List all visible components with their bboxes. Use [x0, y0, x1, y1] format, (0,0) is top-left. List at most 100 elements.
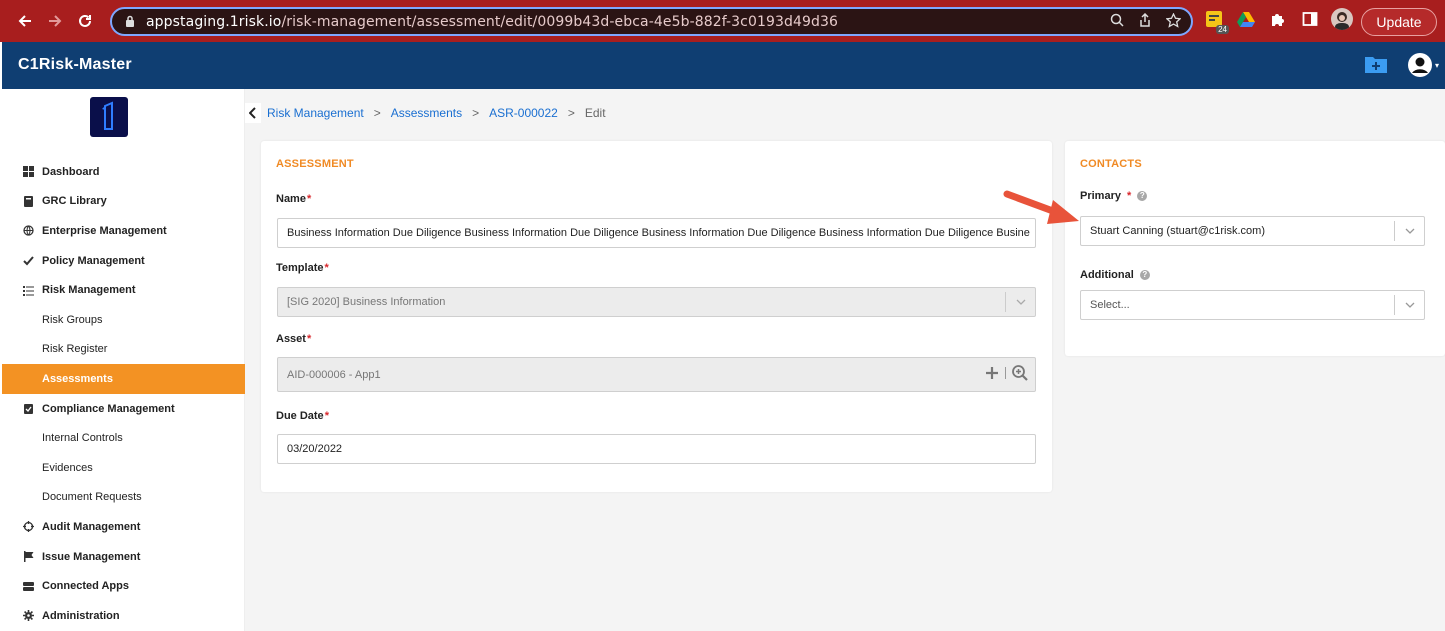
sidebar-item-label: Internal Controls: [42, 432, 123, 445]
url-text: appstaging.1risk.io/risk-management/asse…: [146, 14, 838, 30]
additional-contacts-select[interactable]: Select...: [1080, 290, 1425, 320]
breadcrumb-risk-management[interactable]: Risk Management: [267, 106, 364, 120]
grid-icon: [22, 166, 34, 178]
sidebar-item-internal-controls[interactable]: Internal Controls: [2, 423, 245, 453]
list-icon: [22, 284, 34, 296]
sidebar-item-compliance-management[interactable]: Compliance Management: [2, 394, 245, 424]
forward-arrow-icon[interactable]: [40, 6, 70, 36]
sidebar-item-label: Policy Management: [42, 254, 145, 267]
breadcrumb-separator: >: [373, 106, 381, 120]
sidebar-item-label: Issue Management: [42, 550, 141, 563]
primary-contact-select[interactable]: Stuart Canning (stuart@c1risk.com): [1080, 216, 1425, 246]
due-date-label-text: Due Date: [276, 410, 324, 422]
sidebar-item-label: Compliance Management: [42, 402, 175, 415]
breadcrumb-current: Edit: [584, 106, 606, 120]
sidebar-item-label: Audit Management: [42, 520, 141, 533]
globe-icon: [22, 225, 34, 237]
primary-label-text: Primary: [1080, 190, 1121, 202]
sidebar-item-grc-library[interactable]: GRC Library: [2, 187, 245, 217]
breadcrumb: Risk Management > Assessments > ASR-0000…: [267, 106, 606, 120]
zoom-icon[interactable]: [1110, 13, 1124, 30]
required-mark: *: [306, 193, 312, 205]
assessment-card: ASSESSMENT Name* Business Information Du…: [261, 141, 1052, 492]
chevron-down-icon: [1394, 221, 1424, 241]
share-icon[interactable]: [1138, 12, 1152, 30]
sidebar-item-issue-management[interactable]: Issue Management: [2, 542, 245, 572]
asset-label: Asset*: [276, 333, 311, 345]
company-logo[interactable]: [90, 97, 128, 137]
help-icon[interactable]: ?: [1139, 270, 1150, 280]
breadcrumb-assessments[interactable]: Assessments: [391, 106, 462, 120]
assessment-section-title: ASSESSMENT: [276, 158, 354, 170]
crosshair-icon: [22, 521, 34, 533]
app-brand: C1Risk-Master: [18, 56, 132, 73]
browser-toolbar: appstaging.1risk.io/risk-management/asse…: [0, 0, 1445, 42]
sidebar-item-connected-apps[interactable]: Connected Apps: [2, 571, 245, 601]
name-label-text: Name: [276, 193, 306, 205]
required-mark: *: [1126, 190, 1132, 202]
user-caret-icon[interactable]: ▾: [1435, 61, 1439, 70]
additional-contacts-placeholder: Select...: [1090, 299, 1130, 311]
template-select[interactable]: [SIG 2020] Business Information: [277, 287, 1036, 317]
clipboard-check-icon: [22, 403, 34, 415]
bookmark-star-icon[interactable]: [1165, 11, 1182, 31]
extension-calendar-icon[interactable]: 24: [1203, 8, 1229, 34]
chevron-down-icon: [1394, 295, 1424, 315]
sidebar-item-risk-management[interactable]: Risk Management: [2, 275, 245, 305]
magnifier-plus-icon[interactable]: [1011, 364, 1029, 385]
sidebar-item-evidences[interactable]: Evidences: [2, 453, 245, 483]
sidebar-item-label: Risk Groups: [42, 313, 103, 326]
sidebar-item-risk-groups[interactable]: Risk Groups: [2, 305, 245, 335]
chevron-down-icon: [1005, 292, 1035, 312]
profile-avatar[interactable]: [1331, 8, 1353, 30]
additional-label: Additional?: [1080, 269, 1150, 281]
breadcrumb-separator: >: [472, 106, 480, 120]
sidebar-item-document-requests[interactable]: Document Requests: [2, 483, 245, 513]
required-mark: *: [324, 262, 329, 274]
breadcrumb-asr-000022[interactable]: ASR-000022: [489, 106, 558, 120]
contacts-section-title: CONTACTS: [1080, 158, 1142, 170]
additional-label-text: Additional: [1080, 269, 1134, 281]
back-arrow-icon[interactable]: [10, 6, 40, 36]
asset-tools: [984, 364, 1029, 385]
main-content: Risk Management > Assessments > ASR-0000…: [245, 89, 1445, 631]
name-input-value: Business Information Due Diligence Busin…: [287, 227, 1030, 239]
divider: [1004, 365, 1007, 384]
drive-icon[interactable]: [1235, 8, 1257, 30]
check-icon: [22, 255, 34, 267]
due-date-input[interactable]: 03/20/2022: [277, 434, 1036, 464]
plus-icon[interactable]: [984, 365, 1000, 384]
reload-icon[interactable]: [70, 6, 100, 36]
user-icon[interactable]: [1407, 52, 1433, 78]
sidebar-item-risk-register[interactable]: Risk Register: [2, 335, 245, 365]
due-date-input-value: 03/20/2022: [287, 443, 343, 455]
folder-add-icon[interactable]: [1364, 54, 1388, 74]
puzzle-icon[interactable]: [1267, 8, 1289, 30]
collapse-sidebar-chevron-icon[interactable]: [245, 103, 261, 123]
annotation-arrow-icon: [1003, 190, 1079, 224]
book-icon: [22, 195, 34, 207]
sidebar-item-dashboard[interactable]: Dashboard: [2, 157, 245, 187]
lock-icon: [122, 15, 138, 28]
required-mark: *: [306, 333, 312, 345]
sidebar-item-label: Evidences: [42, 461, 93, 474]
address-bar[interactable]: appstaging.1risk.io/risk-management/asse…: [110, 7, 1193, 36]
sidebar-item-label: Dashboard: [42, 165, 100, 178]
sidebar-item-enterprise-management[interactable]: Enterprise Management: [2, 216, 245, 246]
sidebar-item-administration[interactable]: Administration: [2, 601, 245, 631]
update-button[interactable]: Update: [1361, 8, 1437, 36]
help-icon[interactable]: ?: [1137, 191, 1148, 201]
contacts-card: CONTACTS Primary *? Stuart Canning (stuar…: [1065, 141, 1445, 356]
sidebar-item-label: Risk Register: [42, 343, 108, 356]
sidebar-item-audit-management[interactable]: Audit Management: [2, 512, 245, 542]
sidebar-item-label: Assessments: [42, 372, 113, 385]
sidebar-item-assessments[interactable]: Assessments: [2, 364, 245, 394]
breadcrumb-separator: >: [567, 106, 575, 120]
due-date-label: Due Date*: [276, 410, 329, 422]
extension-badge: 24: [1216, 25, 1229, 34]
sidepanel-icon[interactable]: [1299, 8, 1321, 30]
asset-input[interactable]: AID-000006 - App1: [277, 357, 1036, 392]
name-input[interactable]: Business Information Due Diligence Busin…: [277, 218, 1036, 248]
sidebar-item-policy-management[interactable]: Policy Management: [2, 246, 245, 276]
sidebar-nav: Dashboard GRC Library Enterprise Managem…: [2, 157, 245, 631]
